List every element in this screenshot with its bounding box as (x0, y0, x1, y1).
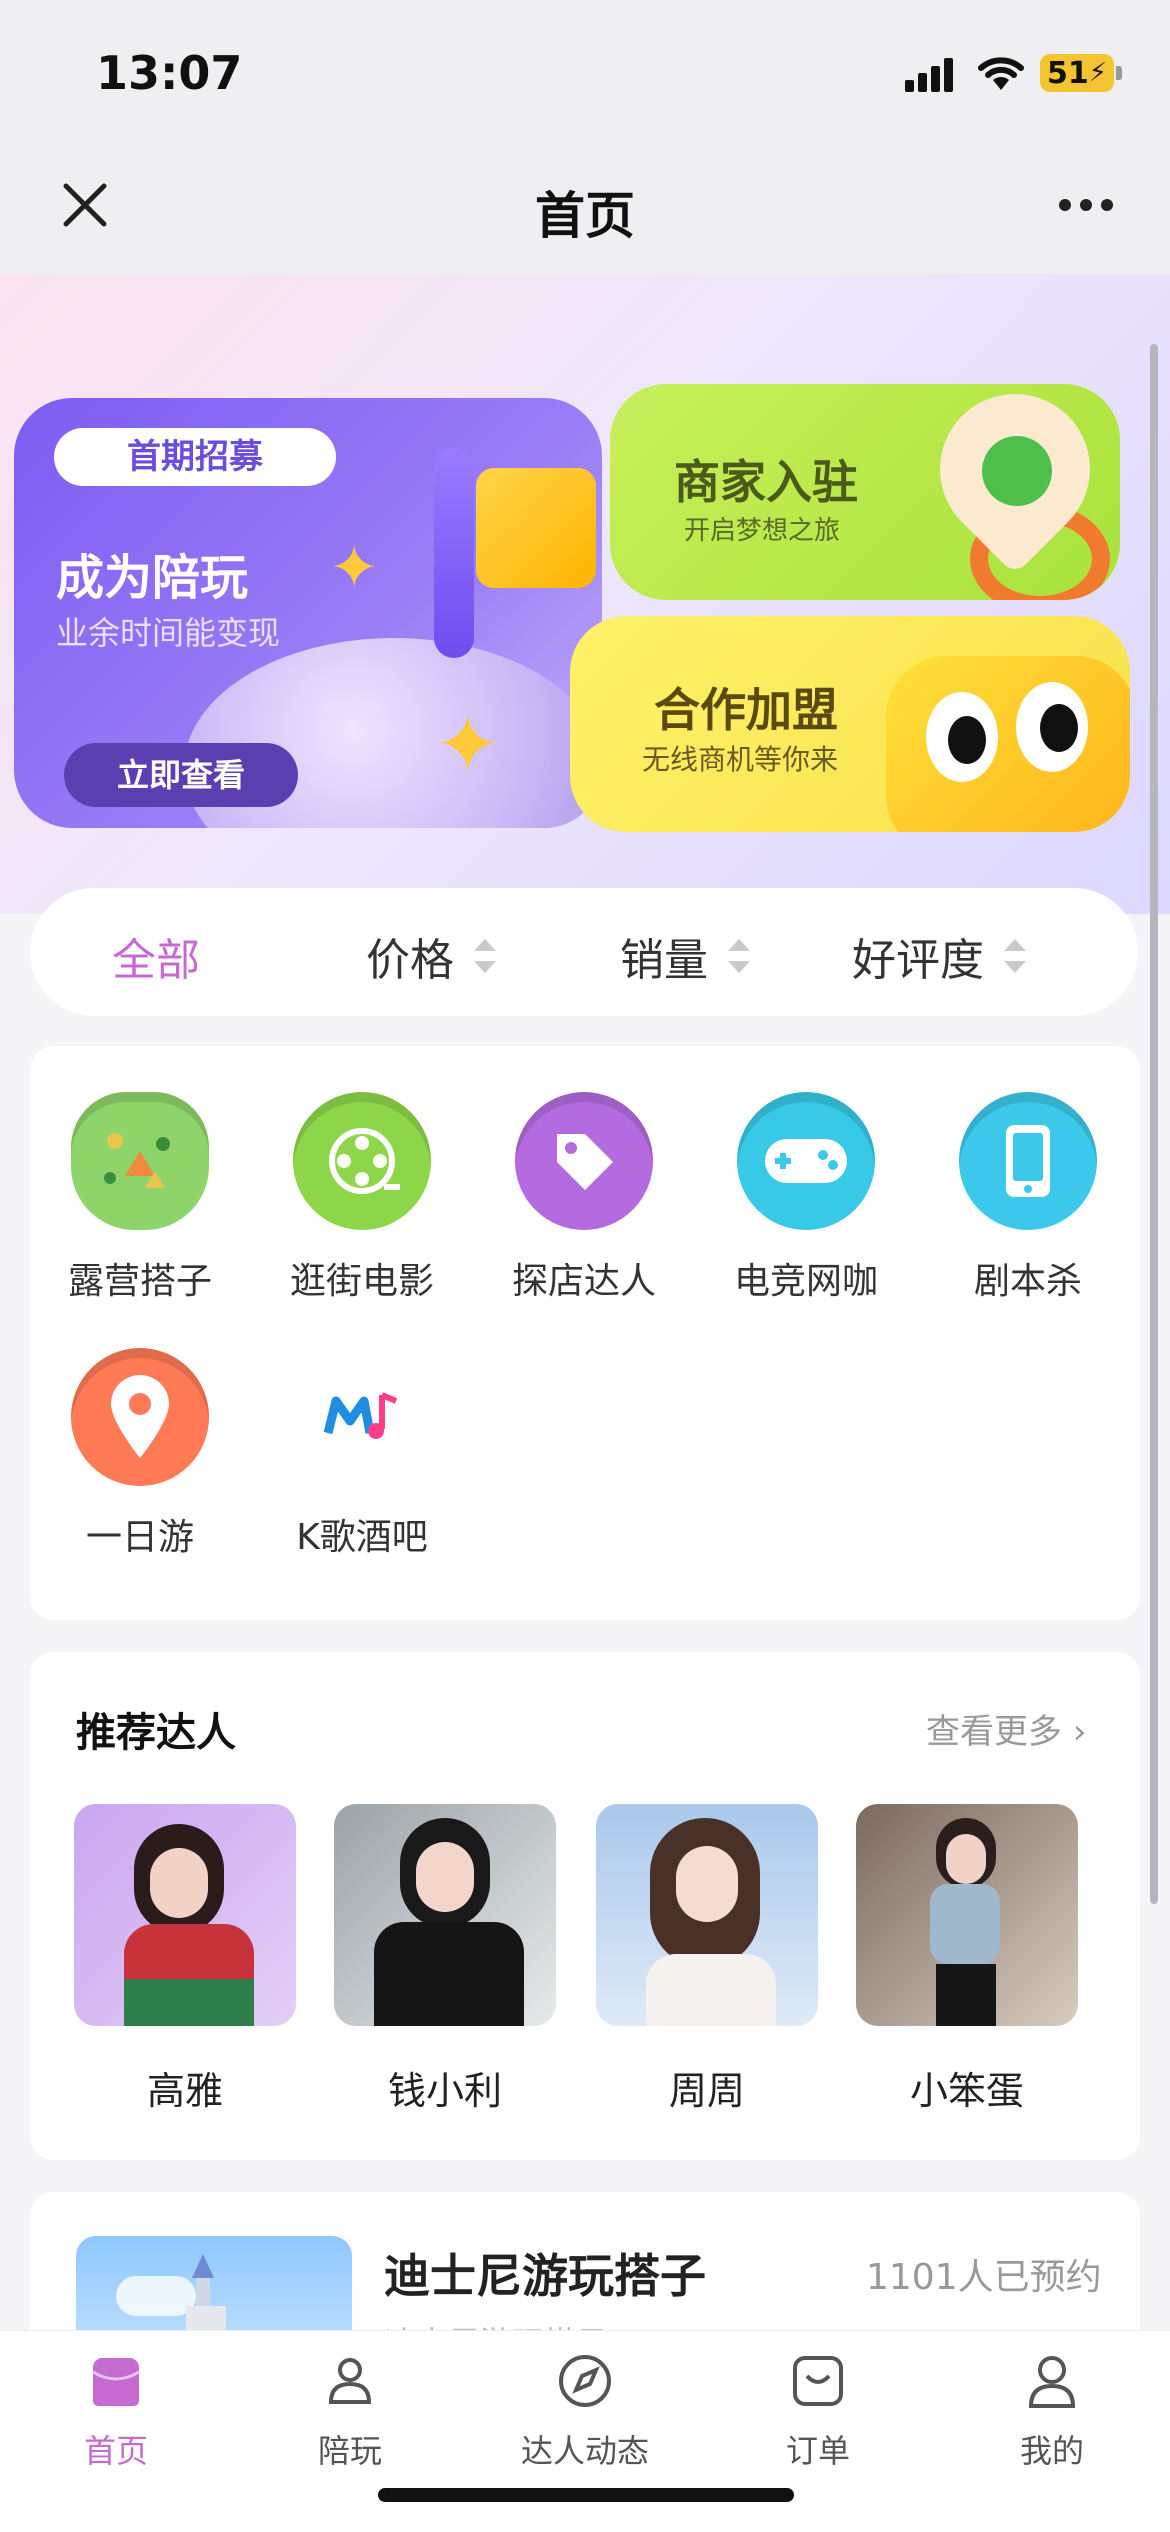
recommended-person[interactable]: 钱小利 (334, 1804, 556, 2115)
profile-icon (1028, 2356, 1076, 2408)
category-camping[interactable]: 露营搭子 (40, 1092, 240, 1304)
yellow-face-illustration (886, 656, 1130, 832)
category-day-trip[interactable]: 一日游 (40, 1348, 240, 1560)
pin-dot-illustration (982, 436, 1052, 506)
franchise-banner[interactable]: 合作加盟 无线商机等你来 (570, 616, 1130, 832)
battery-indicator: 51 ⚡ (1040, 54, 1114, 92)
tab-profile[interactable]: 我的 (972, 2350, 1132, 2472)
tab-orders[interactable]: 订单 (738, 2350, 898, 2472)
home-indicator[interactable] (378, 2488, 794, 2502)
wifi-icon (978, 57, 1024, 90)
category-store-explorer[interactable]: 探店达人 (484, 1092, 684, 1304)
star-icon: ✦ (434, 698, 502, 791)
scrollbar[interactable] (1150, 344, 1158, 1904)
cellular-signal-icon (905, 58, 953, 92)
page-title: 首页 (535, 187, 635, 245)
film-reel-icon (293, 1092, 431, 1230)
compass-icon (559, 2355, 611, 2407)
location-pin-icon (71, 1348, 209, 1486)
filter-all[interactable]: 全部 (112, 924, 200, 988)
recommended-person[interactable]: 小笨蛋 (856, 1804, 1078, 2115)
more-options-icon[interactable] (1058, 198, 1114, 212)
tab-influencer-feed[interactable]: 达人动态 (505, 2350, 665, 2472)
avatar (856, 1804, 1078, 2026)
merchant-title: 商家入驻 (674, 455, 858, 509)
category-ktv-bar[interactable]: K歌酒吧 (262, 1348, 462, 1560)
phone-icon (959, 1092, 1097, 1230)
recommended-person[interactable]: 高雅 (74, 1804, 296, 2115)
franchise-title: 合作加盟 (654, 683, 838, 737)
companion-icon (328, 2358, 372, 2404)
tab-home[interactable]: 首页 (36, 2350, 196, 2472)
recommend-title: 推荐达人 (76, 1710, 236, 1756)
recruit-title: 成为陪玩 (56, 550, 249, 606)
category-script-murder[interactable]: 剧本杀 (928, 1092, 1128, 1304)
gamepad-icon (737, 1092, 875, 1230)
activity-title: 迪士尼游玩搭子 (384, 2249, 706, 2303)
status-time: 13:07 (96, 46, 243, 100)
recruit-subtitle: 业余时间能变现 (56, 614, 281, 652)
music-note-icon (293, 1348, 431, 1486)
battery-cap (1116, 66, 1122, 80)
view-now-button[interactable]: 立即查看 (64, 743, 298, 807)
merchant-banner[interactable]: 商家入驻 开启梦想之旅 (610, 384, 1120, 600)
category-esports-cafe[interactable]: 电竞网咖 (706, 1092, 906, 1304)
view-more-link[interactable]: 查看更多 › (926, 1704, 1086, 1753)
filter-sales[interactable]: 销量 (620, 924, 750, 988)
sort-arrows-icon (474, 939, 496, 973)
flag-illustration (476, 468, 596, 588)
filter-rating[interactable]: 好评度 (852, 924, 1026, 988)
recruit-banner[interactable]: ✦ ✦ 首期招募 成为陪玩 业余时间能变现 立即查看 (14, 398, 602, 828)
franchise-subtitle: 无线商机等你来 (642, 743, 839, 776)
filter-price[interactable]: 价格 (366, 924, 496, 988)
tag-icon (515, 1092, 653, 1230)
avatar (334, 1804, 556, 2026)
recruit-tag: 首期招募 (54, 428, 336, 486)
eye-illustration (926, 692, 998, 782)
avatar (74, 1804, 296, 2026)
sort-arrows-icon (728, 939, 750, 973)
eye-illustration (1016, 682, 1088, 772)
tab-companion[interactable]: 陪玩 (270, 2350, 430, 2472)
recommended-person[interactable]: 周周 (596, 1804, 818, 2115)
star-icon: ✦ (329, 533, 380, 603)
home-icon (92, 2358, 140, 2406)
order-bag-icon (793, 2356, 843, 2406)
chevron-right-icon: › (1072, 1712, 1087, 1752)
merchant-subtitle: 开启梦想之旅 (684, 516, 841, 546)
avatar (596, 1804, 818, 2026)
sort-arrows-icon (1004, 939, 1026, 973)
category-shopping-movie[interactable]: 逛街电影 (262, 1092, 462, 1304)
camping-map-icon (71, 1092, 209, 1230)
flag-pole-illustration (434, 448, 474, 658)
reservation-count: 1101人已预约 (866, 2257, 1102, 2298)
